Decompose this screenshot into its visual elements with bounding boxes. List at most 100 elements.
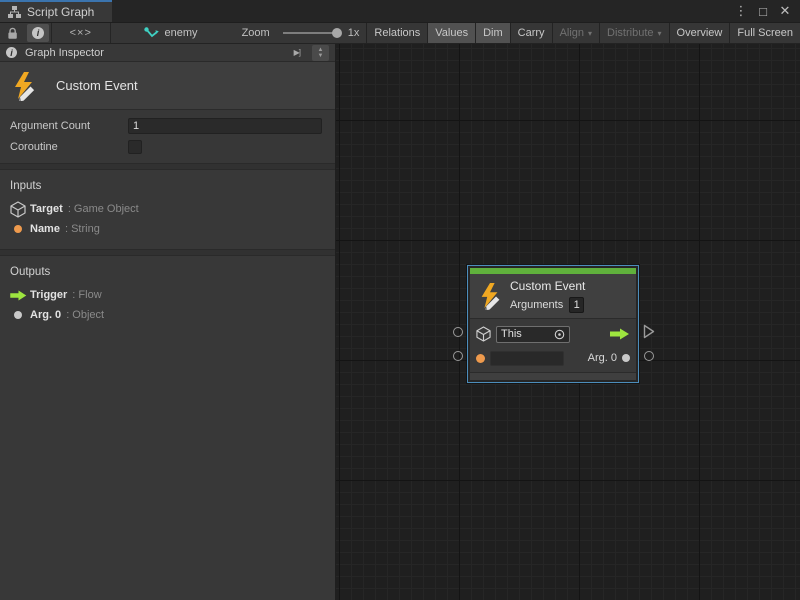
port-name: Trigger: [30, 289, 67, 301]
title-bar: Script Graph ⋮ □ ✕: [0, 0, 800, 22]
object-picker-icon[interactable]: [554, 329, 565, 340]
tab-script-graph[interactable]: Script Graph: [0, 0, 112, 22]
argument-count-row: Argument Count: [10, 117, 322, 134]
node-header[interactable]: Custom Event Arguments 1: [470, 274, 636, 318]
relations-button[interactable]: Relations: [367, 23, 428, 43]
values-button[interactable]: Values: [428, 23, 476, 43]
port-name: Target: [30, 203, 63, 215]
inputs-title: Inputs: [0, 178, 335, 199]
custom-event-icon: [477, 282, 503, 310]
object-port-icon: [8, 311, 28, 319]
carry-button[interactable]: Carry: [511, 23, 553, 43]
close-icon[interactable]: ✕: [776, 2, 794, 20]
button-label: Full Screen: [737, 27, 793, 39]
info-icon: i: [32, 27, 44, 39]
arguments-label: Arguments: [510, 299, 563, 311]
zoom-value: 1x: [346, 23, 367, 43]
graph-asset-breadcrumb[interactable]: enemy: [137, 23, 205, 43]
panel-width-stepper[interactable]: ▲ ▼: [312, 45, 329, 61]
input-port-row: Name : String: [0, 219, 335, 239]
custom-event-node[interactable]: Custom Event Arguments 1: [467, 265, 639, 383]
toolbar-separator: [110, 23, 111, 43]
port-name: Arg. 0: [30, 309, 61, 321]
cube-icon: [476, 326, 491, 342]
graph-hierarchy-icon: [8, 6, 21, 18]
input-flow-port[interactable]: [453, 327, 463, 337]
node-name-row: Arg. 0: [476, 348, 630, 368]
argument-count-input[interactable]: [128, 118, 322, 134]
custom-event-icon: [10, 71, 38, 101]
script-graph-window: Script Graph ⋮ □ ✕ i <×>: [0, 0, 800, 600]
button-label: Align: [560, 27, 584, 39]
coroutine-row: Coroutine: [10, 138, 322, 155]
unit-title: Custom Event: [56, 78, 138, 93]
output-value-port[interactable]: [644, 351, 654, 361]
spinner-down-icon[interactable]: ▼: [318, 53, 324, 59]
output-port-row: Arg. 0 : Object: [0, 305, 335, 325]
object-port-icon: [622, 354, 630, 362]
script-graph-asset-icon: [144, 27, 159, 39]
input-port-row: Target : Game Object: [0, 199, 335, 219]
zoom-slider-knob[interactable]: [332, 28, 342, 38]
titlebar-spacer: [112, 0, 732, 22]
section-divider: [0, 163, 335, 170]
window-menu-icon[interactable]: ⋮: [732, 2, 750, 20]
arg0-label: Arg. 0: [588, 352, 617, 364]
info-icon: i: [6, 47, 17, 58]
graph-canvas[interactable]: Custom Event Arguments 1: [336, 44, 800, 600]
align-dropdown-button[interactable]: Align ▾: [553, 23, 600, 43]
node-arguments-row: Arguments 1: [510, 297, 585, 313]
dim-button[interactable]: Dim: [476, 23, 511, 43]
window-controls: ⋮ □ ✕: [732, 0, 800, 22]
flow-arrow-icon: [8, 290, 28, 301]
button-label: Distribute: [607, 27, 653, 39]
unit-fields: Argument Count Coroutine: [0, 110, 335, 163]
outputs-title: Outputs: [0, 264, 335, 285]
button-label: Values: [435, 27, 468, 39]
chevron-down-icon: ▾: [588, 29, 592, 38]
button-label: Relations: [374, 27, 420, 39]
maximize-icon[interactable]: □: [754, 2, 772, 20]
flow-arrow-icon: [610, 328, 630, 340]
node-target-row: This: [476, 324, 630, 344]
distribute-dropdown-button[interactable]: Distribute ▾: [600, 23, 669, 43]
code-view-button[interactable]: <×>: [52, 23, 110, 43]
coroutine-checkbox[interactable]: [128, 140, 142, 154]
output-flow-port[interactable]: [643, 324, 655, 339]
string-port-icon: [8, 225, 28, 233]
arguments-value-field[interactable]: 1: [569, 297, 584, 313]
inputs-section: Inputs Target : Game Object Name : Strin…: [0, 170, 335, 249]
lock-icon: [7, 27, 18, 40]
inspector-empty-area: [0, 335, 335, 600]
graph-name: enemy: [165, 27, 198, 39]
cube-icon: [8, 201, 28, 218]
node-footer: [470, 372, 636, 380]
inspector-title: Graph Inspector: [25, 47, 286, 59]
zoom-slider[interactable]: [283, 32, 340, 34]
button-label: Overview: [677, 27, 723, 39]
target-value: This: [501, 328, 522, 340]
full-screen-button[interactable]: Full Screen: [730, 23, 800, 43]
inspector-toggle-button[interactable]: i: [27, 24, 49, 42]
target-object-dropdown[interactable]: This: [496, 326, 570, 343]
node-title: Custom Event: [510, 279, 585, 294]
outputs-section: Outputs Trigger : Flow Arg. 0 : Object: [0, 256, 335, 335]
overview-button[interactable]: Overview: [670, 23, 731, 43]
graph-toolbar: i <×> enemy Zoom 1x Relations Va: [0, 22, 800, 44]
tab-title: Script Graph: [27, 5, 94, 19]
toolbar-button-group: Relations Values Dim Carry Align ▾ Distr…: [366, 23, 800, 43]
lock-button[interactable]: [0, 23, 25, 43]
string-port-icon: [476, 354, 485, 363]
button-label: Dim: [483, 27, 503, 39]
chevron-down-icon: ▾: [658, 29, 662, 38]
input-value-port[interactable]: [453, 351, 463, 361]
coroutine-label: Coroutine: [10, 141, 128, 153]
output-port-row: Trigger : Flow: [0, 285, 335, 305]
section-divider: [0, 249, 335, 256]
button-label: Carry: [518, 27, 545, 39]
event-name-input[interactable]: [490, 351, 564, 366]
port-type: : Game Object: [68, 203, 139, 215]
zoom-label: Zoom: [235, 23, 277, 43]
port-type: : Flow: [72, 289, 101, 301]
dock-panel-icon[interactable]: ▶]: [294, 48, 300, 57]
